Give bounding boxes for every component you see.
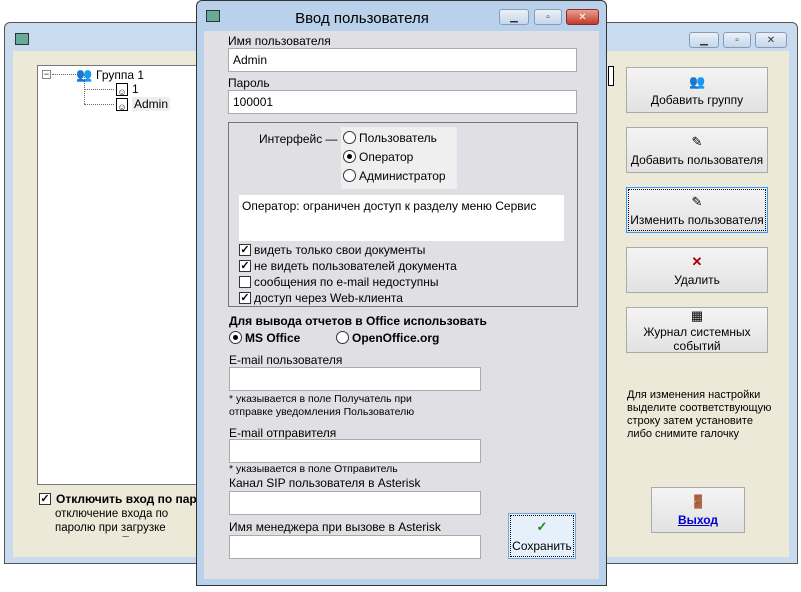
dialog-body: Имя пользователя Admin Пароль 100001 Инт… [204,31,599,579]
minimize-button[interactable]: ▁ [689,32,719,48]
radio-openoffice[interactable]: OpenOffice.org [336,328,439,347]
password-input[interactable]: 100001 [228,90,577,114]
exit-door-icon: 🚪 [690,493,707,509]
interface-group: Интерфейс — Пользователь Оператор Админи… [228,122,578,307]
system-log-button[interactable]: ▦ Журнал системных событий [626,307,768,353]
username-input[interactable]: Admin [228,48,577,72]
maximize-button[interactable]: ▫ [534,9,562,25]
user-edit-icon: ✎ [691,193,703,209]
email-user-label: E-mail пользователя [229,353,343,367]
user-icon: ☺ [116,97,128,112]
sip-input[interactable] [229,491,481,515]
username-label: Имя пользователя [228,34,331,48]
delete-button[interactable]: ✕ Удалить [626,247,768,293]
close-button[interactable]: ✕ [755,32,787,48]
exit-button[interactable]: 🚪 Выход [651,487,745,533]
table-icon: ▦ [690,307,704,323]
radio-ms-office[interactable]: MS Office [229,328,300,347]
tree-group[interactable]: 👥 Группа 1 [76,67,144,83]
manager-label: Имя менеджера при вызове в Asterisk [229,520,441,534]
field-edge [608,66,614,86]
email-sender-input[interactable] [229,439,481,463]
manager-input[interactable] [229,535,481,559]
option-hide-doc-users[interactable]: ✓ не видеть пользователей документа [239,258,457,274]
edit-user-button[interactable]: ✎ Изменить пользователя [626,187,768,233]
email-sender-note: * указывается в поле Отправитель [229,463,398,475]
user-add-icon: ✎ [691,133,703,149]
option-own-docs[interactable]: ✓ видеть только свои документы [239,242,457,258]
sip-label: Канал SIP пользователя в Asterisk [229,476,421,490]
add-user-button[interactable]: ✎ Добавить пользователя [626,127,768,173]
office-label: Для вывода отчетов в Office использовать [229,314,487,328]
tree-user[interactable]: ☺ Admin [116,97,171,112]
app-icon [15,33,29,48]
email-sender-label: E-mail отправителя [229,426,337,440]
disable-login-checkbox[interactable]: ✓ Отключить вход по паро [39,492,204,506]
close-button[interactable]: ✕ [566,9,599,25]
disable-login-desc: отключение входа по паролю при загрузке … [55,508,169,537]
save-button[interactable]: ✓ Сохранить [508,513,576,559]
maximize-button[interactable]: ▫ [723,32,751,48]
group-icon: 👥 [76,67,93,82]
user-icon: ☺ [116,82,128,97]
collapse-toggle[interactable]: − [42,70,51,79]
password-label: Пароль [228,76,270,90]
interface-label: Интерфейс — [259,132,338,146]
email-user-input[interactable] [229,367,481,391]
minimize-button[interactable]: ▁ [499,9,529,25]
radio-admin[interactable]: Администратор [343,166,455,185]
add-group-button[interactable]: 👥 Добавить группу [626,67,768,113]
group-icon: 👥 [689,73,706,89]
checkmark-icon: ✓ [536,519,548,534]
radio-user[interactable]: Пользователь [343,128,455,147]
email-user-note: * указывается в поле Получатель при отпр… [229,393,415,418]
delete-icon: ✕ [691,253,703,269]
interface-description: Оператор: ограничен доступ к разделу мен… [239,195,564,241]
radio-operator[interactable]: Оператор [343,147,455,166]
option-no-email[interactable]: сообщения по e-mail недоступны [239,274,457,290]
tree-user[interactable]: ☺ 1 [116,82,139,97]
user-dialog: Ввод пользователя ▁ ▫ ✕ Имя пользователя… [196,0,607,586]
hint-text: Для изменения настройки выделите соответ… [627,389,772,440]
dialog-title: Ввод пользователя [295,10,429,27]
option-web-client[interactable]: ✓ доступ через Web-клиента [239,290,457,306]
